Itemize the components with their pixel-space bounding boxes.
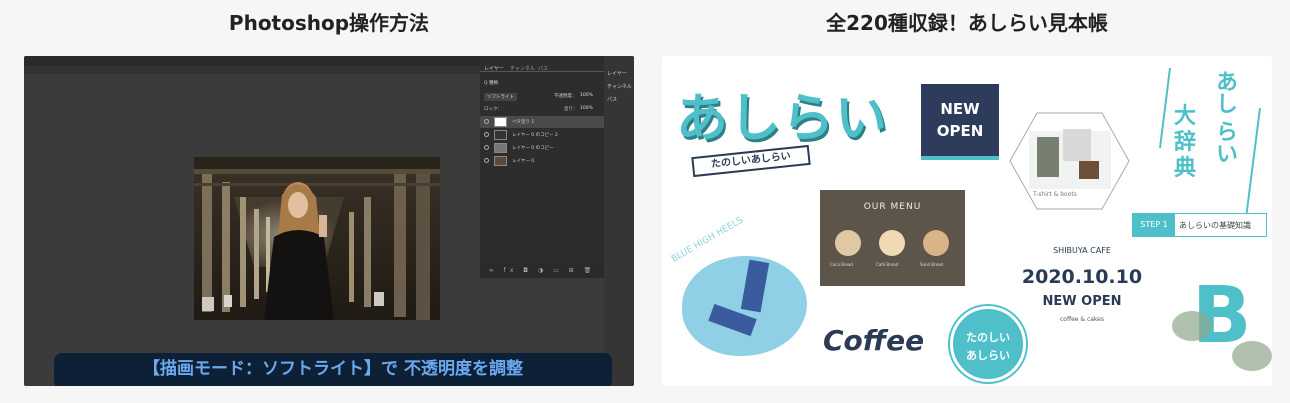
- dict-text-1: あし: [1212, 70, 1237, 114]
- layer-footer-icons[interactable]: ∞ fx ◘ ◑ ▭ ⊞ 🗑: [480, 264, 604, 278]
- new-open-line2: OPEN: [936, 122, 984, 140]
- sidebar-item-paths[interactable]: パス: [607, 96, 617, 103]
- eye-icon[interactable]: [484, 119, 489, 124]
- photo-woman: [194, 157, 440, 320]
- cafe-date: 2020.10.10: [1021, 266, 1143, 288]
- layer-name: ベタ塗り 1: [512, 120, 535, 125]
- circle-badge: たのしい あしらい: [950, 306, 1026, 382]
- fill-value[interactable]: 100%: [580, 106, 593, 111]
- new-open-box: NEW OPEN: [921, 84, 999, 160]
- menu-item-image: [923, 230, 949, 256]
- tshirt-caption: T-shirt & boots: [1033, 191, 1077, 198]
- layer-name: レイヤー 0: [512, 159, 535, 164]
- layer-row[interactable]: ベタ塗り 1: [480, 116, 604, 128]
- letter-b-decor: B: [1172, 271, 1272, 386]
- sidebar-item-channels[interactable]: チャンネル: [607, 83, 632, 90]
- blue-heels: BLUE HIGH HEELS: [670, 216, 820, 366]
- cafe-open: NEW OPEN: [1042, 294, 1122, 309]
- step-tag: STEP 1 あしらいの基礎知識: [1132, 213, 1267, 237]
- hexagon-clothes: T-shirt & boots: [1007, 111, 1132, 211]
- dict-text-5: 典: [1174, 156, 1197, 181]
- menu-title: OUR MENU: [863, 202, 922, 212]
- divider: [480, 71, 604, 72]
- caption-banner: 【描画モード：ソフトライト】で 不透明度を調整: [54, 353, 612, 386]
- card-title-ashirai: 全220種収録！あしらい見本帳: [826, 11, 1108, 35]
- photoshop-screenshot[interactable]: レイヤー チャンネル パス Q 種類 ソフトライト 不透明度： 100% ロック…: [24, 56, 634, 386]
- step-text: あしらいの基礎知識: [1179, 221, 1251, 230]
- card-title-photoshop: Photoshop操作方法: [228, 11, 430, 35]
- big-word: あしらい: [676, 89, 889, 149]
- layer-thumbnail: [494, 156, 507, 166]
- dictionary-badge: あし らい 大 辞 典: [1152, 68, 1262, 218]
- layer-name: レイヤー 0 のコピー: [512, 146, 554, 151]
- cafe-announcement: SHIBUYA CAFE 2020.10.10 NEW OPEN coffee …: [1012, 246, 1152, 336]
- menu-board: OUR MENU Coco Bread Café Bread Sand Brea…: [820, 190, 965, 286]
- leaf: [1172, 311, 1212, 341]
- eye-icon[interactable]: [484, 158, 489, 163]
- filter-label[interactable]: Q 種類: [484, 80, 498, 86]
- eye-icon[interactable]: [484, 132, 489, 137]
- fill-label: 塗り：: [564, 107, 578, 112]
- layer-thumbnail: [494, 130, 507, 140]
- leaf: [1232, 341, 1272, 371]
- new-open-line1: NEW: [940, 100, 980, 118]
- step-label: STEP 1: [1133, 214, 1175, 236]
- document-tab-bar: [24, 66, 480, 74]
- opacity-value[interactable]: 100%: [580, 93, 593, 98]
- eye-icon[interactable]: [484, 145, 489, 150]
- menu-item-label: Café Bread: [876, 262, 899, 267]
- opacity-label: 不透明度：: [554, 94, 577, 99]
- sidebar-item-layers[interactable]: レイヤー: [607, 70, 627, 77]
- menu-item-label: Sand Bread: [920, 262, 944, 267]
- circle-text-1: たのしい: [966, 331, 1010, 344]
- coffee-text: Coffee: [823, 324, 925, 357]
- layer-thumbnail: [494, 143, 507, 153]
- circle-text-2: あしらい: [966, 349, 1010, 362]
- ashirai-collage[interactable]: あしらい たのしいあしらい NEW OPEN T-shirt & boots あ…: [662, 56, 1272, 386]
- blend-mode-select[interactable]: ソフトライト: [484, 93, 517, 101]
- cafe-name: SHIBUYA CAFE: [1053, 246, 1111, 255]
- menu-item-image: [835, 230, 861, 256]
- layer-row[interactable]: レイヤー 0 のコピー: [480, 142, 604, 154]
- menu-item-image: [879, 230, 905, 256]
- cafe-sub: coffee & cakes: [1059, 316, 1105, 323]
- layer-name: レイヤー 0 のコピー 2: [512, 133, 558, 138]
- layers-panel[interactable]: レイヤー チャンネル パス Q 種類 ソフトライト 不透明度： 100% ロック…: [480, 56, 604, 278]
- layer-row[interactable]: レイヤー 0: [480, 155, 604, 167]
- dict-text-2: らい: [1212, 120, 1237, 164]
- right-sidebar[interactable]: レイヤー チャンネル パス: [604, 56, 634, 386]
- layer-thumbnail: [494, 117, 507, 127]
- layer-row[interactable]: レイヤー 0 のコピー 2: [480, 129, 604, 141]
- lock-label: ロック：: [484, 107, 502, 112]
- menu-item-label: Coco Bread: [830, 262, 853, 267]
